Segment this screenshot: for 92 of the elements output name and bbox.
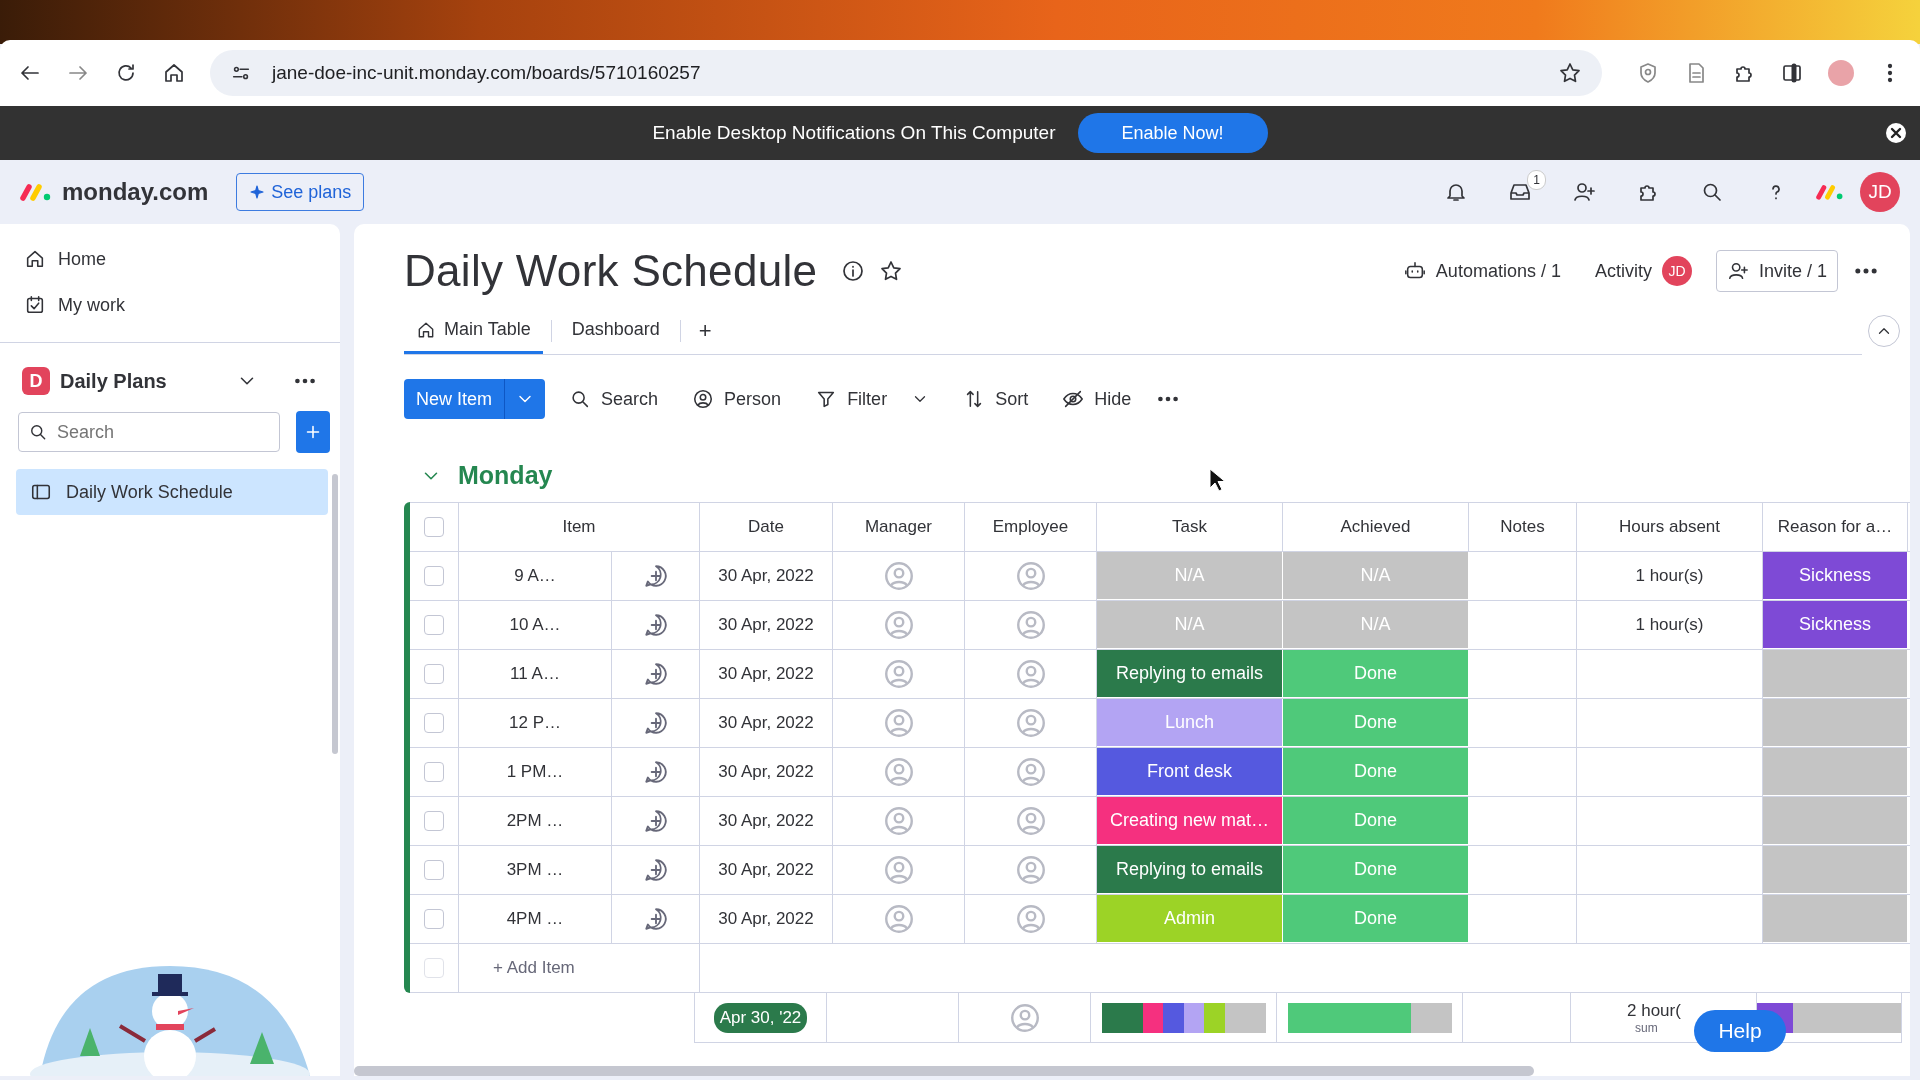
task-status[interactable]: Replying to emails	[1097, 846, 1283, 894]
activity-button[interactable]: Activity JD	[1584, 250, 1702, 292]
logo-text[interactable]: monday.com	[62, 178, 209, 206]
star-icon[interactable]	[1558, 61, 1582, 85]
eye-slash-icon[interactable]	[1062, 388, 1085, 410]
search-field[interactable]: Search	[18, 412, 280, 452]
user-avatar[interactable]: JD	[1860, 172, 1900, 212]
notification-text: Enable Desktop Notifications On This Computer	[652, 122, 1056, 144]
checkbox[interactable]	[424, 909, 444, 929]
date-cell[interactable]: 30 Apr, 2022	[700, 552, 833, 600]
sidebar-icon[interactable]	[1780, 61, 1804, 85]
date-cell[interactable]: 30 Apr, 2022	[700, 748, 833, 796]
toolbar-button[interactable]: Sort	[953, 382, 1039, 416]
person-add-icon	[1726, 260, 1749, 282]
board-item[interactable]: Daily Work Schedule	[16, 469, 328, 515]
person-add-icon[interactable]	[1572, 180, 1596, 204]
column-header[interactable]: Task	[1097, 503, 1283, 551]
automations-button[interactable]: Automations / 1	[1393, 254, 1571, 288]
date-cell[interactable]: 30 Apr, 2022	[700, 699, 833, 747]
logo-icon	[20, 182, 52, 202]
checkbox[interactable]	[424, 615, 444, 635]
sum-label: sum	[1635, 1020, 1658, 1035]
reason-status[interactable]: Sickness	[1763, 601, 1908, 649]
checkbox[interactable]	[424, 517, 444, 537]
cursor-icon	[1209, 468, 1225, 492]
column-header[interactable]: Reason for a…	[1763, 503, 1908, 551]
close-icon[interactable]	[1884, 121, 1908, 145]
checkbox[interactable]	[424, 860, 444, 880]
view-tab[interactable]: Main Table	[404, 308, 543, 354]
checkbox[interactable]	[424, 811, 444, 831]
item-name[interactable]: 1 PM…	[459, 748, 612, 796]
date-cell[interactable]: 30 Apr, 2022	[700, 895, 833, 943]
column-header[interactable]: Date	[700, 503, 833, 551]
scrollbar[interactable]	[332, 474, 338, 754]
item-name[interactable]: 12 P…	[459, 699, 612, 747]
workspace-name[interactable]: Daily Plans	[60, 369, 226, 393]
reason-status[interactable]: Sickness	[1763, 552, 1908, 600]
add-button[interactable]	[296, 411, 330, 453]
scrollbar[interactable]	[354, 1066, 1534, 1076]
home-icon[interactable]	[162, 61, 186, 85]
person-icon[interactable]	[692, 388, 715, 410]
see-plans-button[interactable]: See plans	[236, 173, 365, 211]
calendar-check-icon[interactable]	[24, 294, 46, 316]
checkbox[interactable]	[424, 664, 444, 684]
item-name[interactable]: 3PM …	[459, 846, 612, 894]
column-header[interactable]: Notes	[1469, 503, 1577, 551]
task-status[interactable]: Replying to emails	[1097, 650, 1283, 698]
date-cell[interactable]: 30 Apr, 2022	[700, 797, 833, 845]
add-view-button[interactable]: +	[688, 318, 722, 344]
logo-icon[interactable]	[1816, 183, 1844, 201]
task-status[interactable]: Front desk	[1097, 748, 1283, 796]
item-name[interactable]: 10 A…	[459, 601, 612, 649]
nav-item[interactable]: Home	[0, 236, 130, 282]
notification-badge: 1	[1527, 170, 1546, 190]
item-name[interactable]: 2PM …	[459, 797, 612, 845]
toolbar-button[interactable]: Filter	[805, 382, 940, 416]
star-icon[interactable]	[879, 259, 904, 283]
profile-avatar[interactable]	[1828, 60, 1854, 86]
column-header[interactable]: Manager	[833, 503, 965, 551]
item-name[interactable]: 4PM …	[459, 895, 612, 943]
date-cell[interactable]: 30 Apr, 2022	[700, 601, 833, 649]
view-tab[interactable]: Dashboard	[559, 308, 672, 354]
column-header[interactable]: Item	[459, 503, 700, 551]
item-name[interactable]: 11 A…	[459, 650, 612, 698]
toolbar-button[interactable]: Search	[559, 382, 669, 416]
nav-item[interactable]: My work	[0, 282, 149, 328]
date-cell[interactable]: 30 Apr, 2022	[700, 846, 833, 894]
group-title[interactable]: Monday	[458, 461, 553, 490]
date-range-pill: Apr 30, '22	[713, 1002, 808, 1033]
add-item-button[interactable]: + Add Item	[459, 944, 700, 992]
task-status[interactable]: Creating new mat…	[1097, 797, 1283, 845]
column-header[interactable]: Employee	[965, 503, 1097, 551]
date-cell[interactable]: 30 Apr, 2022	[700, 650, 833, 698]
invite-button[interactable]: Invite / 1	[1715, 250, 1838, 292]
home-icon[interactable]	[24, 248, 46, 270]
checkbox[interactable]	[424, 713, 444, 733]
sparkle-icon	[249, 184, 266, 200]
item-name[interactable]: 9 A…	[459, 552, 612, 600]
checkbox[interactable]	[424, 762, 444, 782]
help-button[interactable]: Help	[1694, 1010, 1786, 1052]
checkbox[interactable]	[424, 566, 444, 586]
search-icon	[28, 422, 48, 442]
toolbar-button[interactable]: Person	[682, 382, 792, 416]
board-title: Daily Work Schedule	[404, 246, 818, 296]
address-bar[interactable]: jane-doe-inc-unit.monday.com/boards/5710160257	[210, 50, 1602, 96]
column-header[interactable]: Hours absent	[1577, 503, 1763, 551]
info-icon[interactable]	[841, 259, 866, 283]
hours-sum: 2 hour(	[1627, 1000, 1681, 1021]
workspace-icon: D	[22, 367, 50, 395]
enable-button[interactable]: Enable Now!	[1077, 113, 1268, 153]
toolbar-button[interactable]: Hide	[1052, 382, 1142, 416]
column-header[interactable]: Achieved	[1283, 503, 1469, 551]
